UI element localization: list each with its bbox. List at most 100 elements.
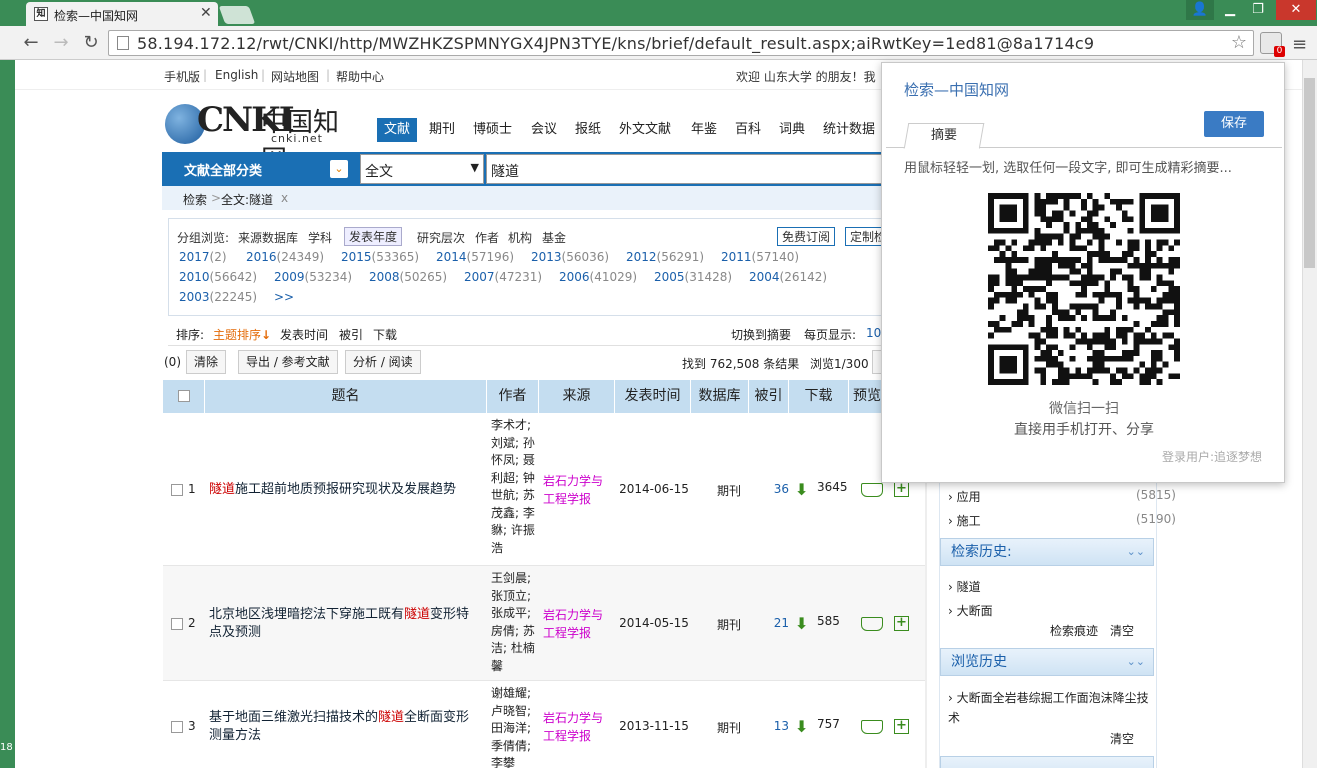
group-org[interactable]: 机构 <box>508 229 532 246</box>
tab-qikan[interactable]: 期刊 <box>429 118 455 142</box>
browse-history-header[interactable]: 浏览历史 ⌄⌄ <box>940 648 1154 676</box>
chevron-down-icon[interactable]: ⌄ <box>330 160 348 178</box>
search-trace-link[interactable]: 检索痕迹 <box>1050 622 1098 639</box>
sitemap-link[interactable]: 网站地图 <box>271 68 319 85</box>
tab-cidian[interactable]: 词典 <box>779 118 805 142</box>
tab-summary[interactable]: 摘要 <box>903 123 985 149</box>
back-icon[interactable]: ← <box>20 32 42 54</box>
cnki-logo[interactable]: CNKI 中国知网 cnki.net <box>161 100 361 175</box>
group-year[interactable]: 发表年度 <box>344 227 403 246</box>
group-level[interactable]: 研究层次 <box>417 229 465 246</box>
year-link[interactable]: 2005(31428) <box>654 270 732 284</box>
scroll-thumb[interactable] <box>1304 78 1315 268</box>
year-link[interactable]: 2007(47231) <box>464 270 542 284</box>
address-bar[interactable]: 58.194.172.12/rwt/CNKI/http/MWZHKZSPMNYG… <box>108 30 1254 56</box>
tab-boshuoshi[interactable]: 博硕士 <box>473 118 512 142</box>
history-item[interactable]: › 大断面 <box>948 602 993 619</box>
new-tab-button[interactable] <box>218 6 256 24</box>
all-categories-label[interactable]: 文献全部分类 <box>184 160 262 179</box>
clear-button[interactable]: 清除 <box>186 350 227 374</box>
year-link[interactable]: 2014(57196) <box>436 250 514 264</box>
source-link[interactable]: 岩石力学与工程学报 <box>543 472 613 508</box>
switch-summary[interactable]: 切换到摘要 <box>731 326 791 343</box>
row-checkbox[interactable] <box>171 483 183 496</box>
close-window-icon[interactable]: ✕ <box>1276 0 1316 20</box>
year-link[interactable]: >> <box>274 290 294 304</box>
year-link[interactable]: 2017(2) <box>179 250 227 264</box>
preview-book-icon[interactable] <box>861 720 883 734</box>
source-link[interactable]: 岩石力学与工程学报 <box>543 709 613 745</box>
mobile-link[interactable]: 手机版 <box>164 68 200 85</box>
result-title-link[interactable]: 基于地面三维激光扫描技术的隧道全断面变形测量方法 <box>209 709 481 745</box>
result-title-link[interactable]: 北京地区浅埋暗挖法下穿施工既有隧道变形特点及预测 <box>209 606 481 642</box>
cited-count[interactable]: 36 <box>769 482 789 496</box>
col-source[interactable]: 来源 <box>539 380 615 413</box>
reload-icon[interactable]: ↻ <box>80 32 102 54</box>
author-list[interactable]: 王剑晨; 张顶立; 张成平; 房倩; 苏洁; 杜楠馨 <box>491 570 537 675</box>
cited-count[interactable]: 21 <box>769 616 789 630</box>
history-item[interactable]: › 隧道 <box>948 578 981 595</box>
col-db[interactable]: 数据库 <box>691 380 749 413</box>
browse-history-item[interactable]: › 大断面全岩巷综掘工作面泡沫降尘技术 <box>948 688 1152 728</box>
free-subscribe-button[interactable]: 免费订阅 <box>777 227 836 246</box>
group-source-db[interactable]: 来源数据库 <box>238 229 298 246</box>
history-clear-link[interactable]: 清空 <box>1110 622 1134 639</box>
browse-clear-link[interactable]: 清空 <box>1110 730 1134 747</box>
group-author[interactable]: 作者 <box>475 229 499 246</box>
extension-icon[interactable]: 0 <box>1260 32 1285 57</box>
year-link[interactable]: 2013(56036) <box>531 250 609 264</box>
sort-topic[interactable]: 主题排序↓ <box>213 326 271 343</box>
select-all-checkbox[interactable] <box>177 390 190 402</box>
export-button[interactable]: 导出 / 参考文献 <box>238 350 338 374</box>
restore-icon[interactable]: ❐ <box>1244 0 1272 20</box>
row-checkbox[interactable] <box>171 617 183 630</box>
crumb-root[interactable]: 检索 <box>183 191 207 208</box>
url-text[interactable]: 58.194.172.12/rwt/CNKI/http/MWZHKZSPMNYG… <box>137 34 1094 53</box>
add-plus-icon[interactable]: + <box>894 615 909 631</box>
analyze-button[interactable]: 分析 / 阅读 <box>345 350 421 374</box>
search-history-header[interactable]: 检索历史: ⌄⌄ <box>940 538 1154 566</box>
download-icon[interactable]: ⬇ <box>795 719 811 735</box>
col-cited[interactable]: 被引 <box>749 380 789 413</box>
preview-book-icon[interactable] <box>861 482 883 497</box>
author-list[interactable]: 谢雄耀; 卢晓智; 田海洋; 季倩倩; 李攀 <box>491 685 537 768</box>
download-icon[interactable]: ⬇ <box>795 615 811 632</box>
search-field-select[interactable]: 全文 ▼ <box>360 154 484 184</box>
year-link[interactable]: 2006(41029) <box>559 270 637 284</box>
popup-title[interactable]: 检索—中国知网 <box>904 79 1009 100</box>
tab-baike[interactable]: 百科 <box>735 118 761 142</box>
facet-item[interactable]: › 施工 (5190) <box>948 512 1176 529</box>
col-download[interactable]: 下载 <box>789 380 849 413</box>
year-link[interactable]: 2015(53365) <box>341 250 419 264</box>
tab-huiyi[interactable]: 会议 <box>531 118 557 142</box>
preview-book-icon[interactable] <box>861 616 883 631</box>
group-subject[interactable]: 学科 <box>308 229 332 246</box>
bookmark-star-icon[interactable]: ☆ <box>1231 32 1247 53</box>
close-tab-icon[interactable]: ✕ <box>200 5 212 21</box>
minimize-icon[interactable]: ▁ <box>1216 0 1244 20</box>
forward-icon[interactable]: → <box>50 32 72 54</box>
add-plus-icon[interactable]: + <box>894 481 909 497</box>
year-link[interactable]: 2016(24349) <box>246 250 324 264</box>
tab-nianjian[interactable]: 年鉴 <box>691 118 717 142</box>
year-link[interactable]: 2004(26142) <box>749 270 827 284</box>
year-link[interactable]: 2010(56642) <box>179 270 257 284</box>
cited-count[interactable]: 13 <box>769 719 789 733</box>
save-button[interactable]: 保存 <box>1204 111 1264 137</box>
user-icon[interactable]: 👤 <box>1186 0 1214 20</box>
col-author[interactable]: 作者 <box>487 380 539 413</box>
download-icon[interactable]: ⬇ <box>795 481 811 498</box>
group-fund[interactable]: 基金 <box>542 229 566 246</box>
browser-tab[interactable]: 知 检索—中国知网 ✕ <box>26 2 218 26</box>
sort-date[interactable]: 发表时间 <box>280 326 328 343</box>
tab-waiwen[interactable]: 外文文献 <box>619 118 671 142</box>
year-link[interactable]: 2009(53234) <box>274 270 352 284</box>
english-link[interactable]: English <box>215 68 258 82</box>
sort-cited[interactable]: 被引 <box>339 326 363 343</box>
facet-next-header[interactable] <box>940 756 1154 768</box>
facet-item[interactable]: › 应用 (5815) <box>948 488 1176 505</box>
crumb-remove-icon[interactable]: x <box>281 191 288 205</box>
tab-baozhi[interactable]: 报纸 <box>575 118 601 142</box>
year-link[interactable]: 2012(56291) <box>626 250 704 264</box>
help-link[interactable]: 帮助中心 <box>336 68 384 85</box>
